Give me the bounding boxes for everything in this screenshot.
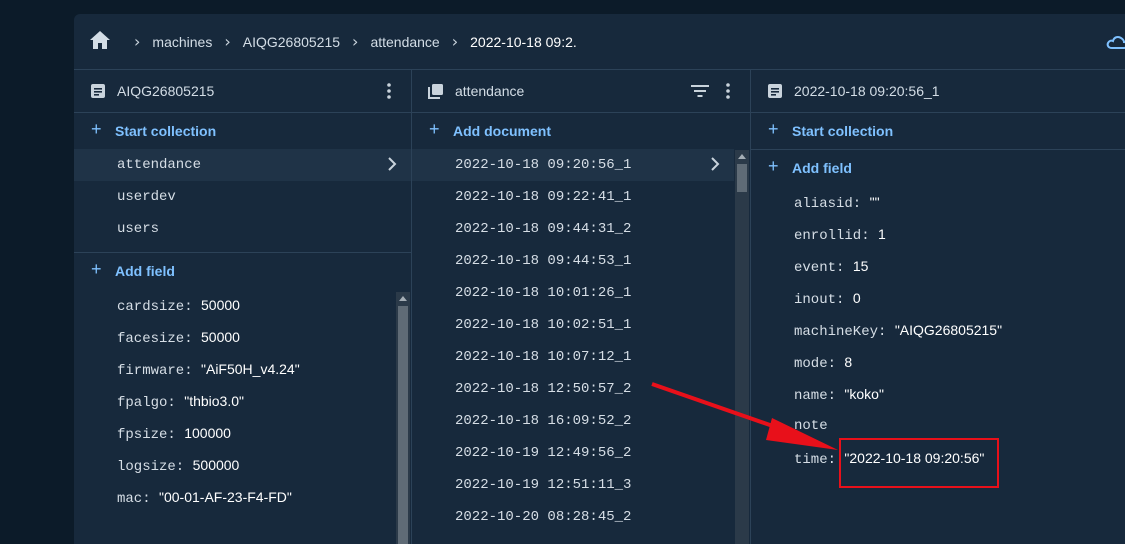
expand-arrow-icon[interactable] bbox=[771, 423, 779, 429]
chevron-right-icon: › bbox=[352, 32, 359, 51]
scroll-up-icon[interactable] bbox=[738, 154, 746, 159]
collection-item-userdev[interactable]: userdev bbox=[74, 181, 411, 213]
document-icon bbox=[768, 84, 782, 98]
panel-title: AIQG26805215 bbox=[117, 83, 215, 99]
document-icon bbox=[91, 84, 105, 98]
document-item[interactable]: 2022-10-19 12:51:11_3 bbox=[412, 469, 750, 501]
start-collection-button[interactable]: + Start collection bbox=[74, 113, 411, 149]
document-item[interactable]: 2022-10-18 10:07:12_1 bbox=[412, 341, 750, 373]
field-row[interactable]: facesize: 50000 bbox=[74, 321, 411, 353]
document-item[interactable]: 2022-10-18 09:22:41_1 bbox=[412, 181, 750, 213]
more-vert-icon[interactable] bbox=[387, 83, 391, 99]
breadcrumb: › machines › AIQG26805215 › attendance ›… bbox=[122, 14, 577, 69]
document-item[interactable]: 2022-10-18 09:44:31_2 bbox=[412, 213, 750, 245]
field-row[interactable]: cardsize: 50000 bbox=[74, 289, 411, 321]
breadcrumb-machine-id[interactable]: AIQG26805215 bbox=[243, 34, 340, 50]
document-item[interactable]: 2022-10-18 10:02:51_1 bbox=[412, 309, 750, 341]
panel-title: 2022-10-18 09:20:56_1 bbox=[794, 83, 940, 99]
chevron-right-icon bbox=[388, 157, 397, 171]
add-field-button[interactable]: + Add field bbox=[74, 253, 411, 289]
field-row[interactable]: enrollid: 1 bbox=[751, 218, 1125, 250]
start-collection-button[interactable]: + Start collection bbox=[751, 113, 1125, 150]
breadcrumb-bar: › machines › AIQG26805215 › attendance ›… bbox=[74, 14, 1125, 70]
chevron-right-icon bbox=[711, 157, 720, 171]
add-document-button[interactable]: + Add document bbox=[412, 113, 750, 149]
document-item[interactable]: 2022-10-20 08:28:45_2 bbox=[412, 501, 750, 533]
panel-header: 2022-10-18 09:20:56_1 bbox=[751, 70, 1125, 113]
breadcrumb-machines[interactable]: machines bbox=[152, 34, 212, 50]
panel-machine: AIQG26805215 + Start collection attendan… bbox=[74, 70, 412, 544]
field-row[interactable]: aliasid: "" bbox=[751, 186, 1125, 218]
panel-header: attendance bbox=[412, 70, 750, 113]
add-field-button[interactable]: + Add field bbox=[751, 150, 1125, 186]
highlight-box bbox=[839, 438, 999, 488]
chevron-right-icon: › bbox=[451, 32, 459, 51]
plus-icon: + bbox=[429, 119, 440, 139]
field-row[interactable]: mode: 8 bbox=[751, 346, 1125, 378]
panel-collection: attendance + Add document 2022-10-18 09:… bbox=[412, 70, 751, 544]
scrollbar-thumb[interactable] bbox=[737, 164, 747, 192]
plus-icon: + bbox=[91, 259, 102, 279]
document-item[interactable]: 2022-10-18 09:20:56_1 bbox=[412, 149, 734, 181]
cloud-icon[interactable] bbox=[1106, 34, 1125, 50]
panel-header: AIQG26805215 bbox=[74, 70, 411, 113]
document-item[interactable]: 2022-10-18 09:44:53_1 bbox=[412, 245, 750, 277]
document-item[interactable]: 2022-10-19 12:49:56_2 bbox=[412, 437, 750, 469]
field-row[interactable]: logsize: 500000 bbox=[74, 449, 411, 481]
filter-icon[interactable] bbox=[691, 84, 709, 98]
field-row[interactable]: event: 15 bbox=[751, 250, 1125, 282]
field-row[interactable]: fpsize: 100000 bbox=[74, 417, 411, 449]
document-item[interactable]: 2022-10-18 12:50:57_2 bbox=[412, 373, 750, 405]
more-vert-icon[interactable] bbox=[726, 83, 730, 99]
collection-item-attendance[interactable]: attendance bbox=[74, 149, 411, 181]
scrollbar-thumb[interactable] bbox=[398, 306, 408, 544]
chevron-right-icon: › bbox=[134, 32, 141, 51]
panel-title: attendance bbox=[455, 83, 525, 99]
field-row[interactable]: machineKey: "AIQG26805215" bbox=[751, 314, 1125, 346]
breadcrumb-document[interactable]: 2022-10-18 09:2. bbox=[470, 34, 577, 50]
document-list: 2022-10-18 09:20:56_1 2022-10-18 09:22:4… bbox=[412, 149, 750, 533]
field-row[interactable]: name: "koko" bbox=[751, 378, 1125, 410]
plus-icon: + bbox=[91, 119, 102, 139]
plus-icon: + bbox=[768, 156, 779, 176]
field-row[interactable]: inout: 0 bbox=[751, 282, 1125, 314]
scrollbar[interactable] bbox=[396, 292, 410, 544]
field-row[interactable]: firmware: "AiF50H_v4.24" bbox=[74, 353, 411, 385]
breadcrumb-attendance[interactable]: attendance bbox=[370, 34, 439, 50]
field-row[interactable]: mac: "00-01-AF-23-F4-FD" bbox=[74, 481, 411, 513]
scroll-up-icon[interactable] bbox=[399, 296, 407, 301]
field-row[interactable]: fpalgo: "thbio3.0" bbox=[74, 385, 411, 417]
collection-item-users[interactable]: users bbox=[74, 213, 411, 245]
chevron-right-icon: › bbox=[224, 32, 231, 51]
document-item[interactable]: 2022-10-18 16:09:52_2 bbox=[412, 405, 750, 437]
scrollbar[interactable] bbox=[735, 150, 749, 544]
plus-icon: + bbox=[768, 119, 779, 139]
home-icon[interactable] bbox=[89, 30, 111, 50]
document-item[interactable]: 2022-10-18 10:01:26_1 bbox=[412, 277, 750, 309]
collection-icon bbox=[428, 84, 443, 99]
